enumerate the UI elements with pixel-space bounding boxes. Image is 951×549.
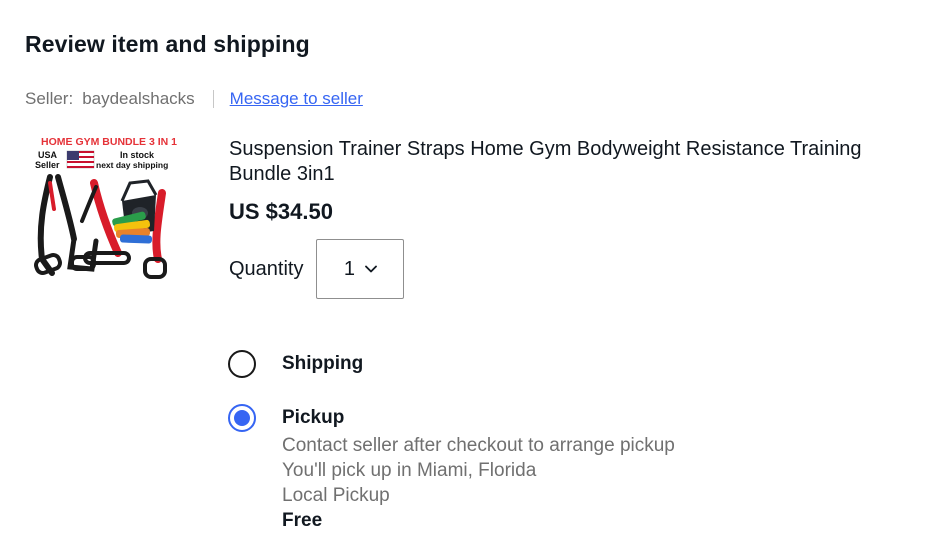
pickup-option-label: Pickup — [282, 407, 345, 428]
shipping-option-label: Shipping — [282, 353, 364, 374]
seller-divider — [212, 90, 214, 108]
quantity-value: 1 — [343, 257, 356, 280]
chevron-down-icon — [365, 265, 377, 273]
image-banner-text: HOME GYM BUNDLE 3 IN 1 — [41, 136, 177, 148]
pickup-instructions: Contact seller after checkout to arrange… — [282, 435, 675, 456]
seller-row: Seller: baydealshacks Message to seller — [25, 89, 363, 109]
image-seller-text: Seller — [35, 160, 60, 170]
pickup-cost: Free — [282, 510, 323, 531]
message-seller-link[interactable]: Message to seller — [230, 89, 363, 109]
seller-label: Seller: — [25, 89, 74, 108]
quantity-label: Quantity — [229, 257, 304, 280]
pickup-details: Contact seller after checkout to arrange… — [282, 433, 675, 533]
product-image[interactable]: HOME GYM BUNDLE 3 IN 1 USA Seller In sto… — [30, 131, 188, 293]
pickup-location: You'll pick up in Miami, Florida — [282, 460, 537, 481]
pickup-radio[interactable] — [228, 404, 256, 432]
pickup-method: Local Pickup — [282, 485, 390, 506]
item-price: US $34.50 — [229, 199, 333, 224]
shipping-radio[interactable] — [228, 350, 256, 378]
seller-name: baydealshacks — [82, 89, 195, 108]
quantity-row: Quantity 1 — [229, 239, 405, 299]
product-title[interactable]: Suspension Trainer Straps Home Gym Bodyw… — [229, 137, 929, 187]
image-stock-text: In stock — [120, 150, 155, 160]
us-flag-icon — [66, 150, 95, 169]
section-title: Review item and shipping — [25, 31, 310, 57]
image-usa-text: USA — [38, 150, 58, 160]
image-shipping-text: next day shipping — [96, 160, 168, 170]
quantity-select[interactable]: 1 — [316, 239, 405, 299]
